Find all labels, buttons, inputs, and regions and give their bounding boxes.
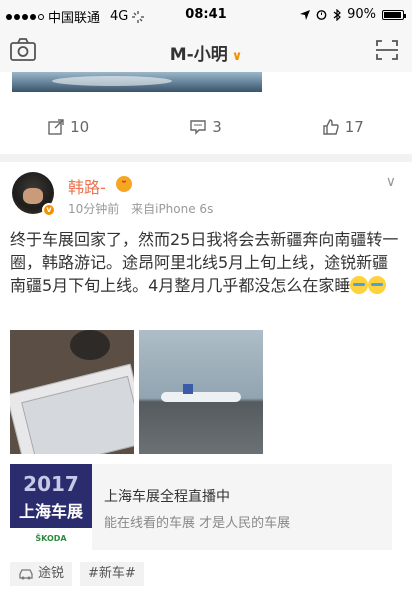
- thumb-title: 上海车展: [18, 502, 83, 521]
- battery-percent: 90%: [347, 7, 376, 22]
- post-image-airport[interactable]: [139, 330, 263, 454]
- repost-button[interactable]: 10: [0, 112, 137, 142]
- post-source[interactable]: 来自iPhone 6s: [131, 202, 213, 216]
- member-emoji-icon: ᵕ: [116, 176, 132, 192]
- chevron-down-icon: ∨: [231, 49, 243, 64]
- post-text[interactable]: 终于车展回家了，然而25日我将会去新疆奔向南疆转一圈，韩路游记。途昂阿里北线5月…: [10, 228, 404, 297]
- tag-topic[interactable]: #新车#: [80, 562, 144, 586]
- battery-icon: [382, 9, 406, 20]
- comment-count: 3: [212, 118, 222, 136]
- link-thumbnail: 2017 上海车展 ŠKODA: [10, 464, 92, 550]
- crying-emoji-icon: [350, 276, 369, 294]
- like-button[interactable]: 17: [275, 112, 412, 142]
- link-description: 能在线看的车展 才是人民的车展: [104, 516, 291, 531]
- post-image-tickets[interactable]: [10, 330, 134, 454]
- post-action-bar: 10 3 17: [0, 112, 412, 142]
- car-icon: [19, 569, 33, 580]
- tag-label: #新车#: [88, 566, 136, 581]
- tag-list: 途锐 #新车#: [10, 562, 144, 586]
- repost-count: 10: [70, 118, 90, 136]
- profile-name: M-小明: [169, 45, 228, 65]
- repost-icon: [48, 119, 64, 135]
- thumb-year: 2017: [23, 472, 79, 496]
- thumb-brand: ŠKODA: [10, 528, 92, 550]
- tag-label: 途锐: [38, 566, 65, 581]
- alarm-icon: [316, 10, 327, 20]
- chevron-down-icon[interactable]: ∨: [386, 174, 396, 190]
- previous-post-image[interactable]: [12, 72, 262, 92]
- nav-bar: M-小明 ∨: [0, 28, 412, 72]
- post-meta: 10分钟前 来自iPhone 6s: [68, 200, 213, 217]
- post-card: v 韩路- ᵕ 10分钟前 来自iPhone 6s ∨ 终于车展回家了，然而25…: [0, 162, 412, 597]
- tag-car[interactable]: 途锐: [10, 562, 73, 586]
- like-icon: [323, 119, 339, 135]
- post-username[interactable]: 韩路-: [68, 174, 106, 198]
- like-count: 17: [344, 118, 364, 136]
- location-icon: [300, 9, 311, 20]
- status-bar: 中国联通 4G 08:41 90%: [0, 0, 412, 28]
- comment-icon: [190, 120, 206, 135]
- link-title: 上海车展全程直播中: [104, 489, 230, 505]
- previous-post-card: 10 3 17: [0, 72, 412, 154]
- post-time: 10分钟前: [68, 202, 120, 216]
- link-card[interactable]: 2017 上海车展 ŠKODA 上海车展全程直播中 能在线看的车展 才是人民的车…: [10, 464, 392, 550]
- comment-button[interactable]: 3: [137, 112, 274, 142]
- crying-emoji-icon: [368, 276, 387, 294]
- profile-title[interactable]: M-小明 ∨: [0, 40, 412, 65]
- scan-icon[interactable]: [376, 40, 398, 60]
- bluetooth-icon: [333, 8, 341, 21]
- verified-badge-icon: v: [42, 203, 56, 217]
- post-text-body: 终于车展回家了，然而25日我将会去新疆奔向南疆转一圈，韩路游记。途昂阿里北线5月…: [10, 230, 399, 295]
